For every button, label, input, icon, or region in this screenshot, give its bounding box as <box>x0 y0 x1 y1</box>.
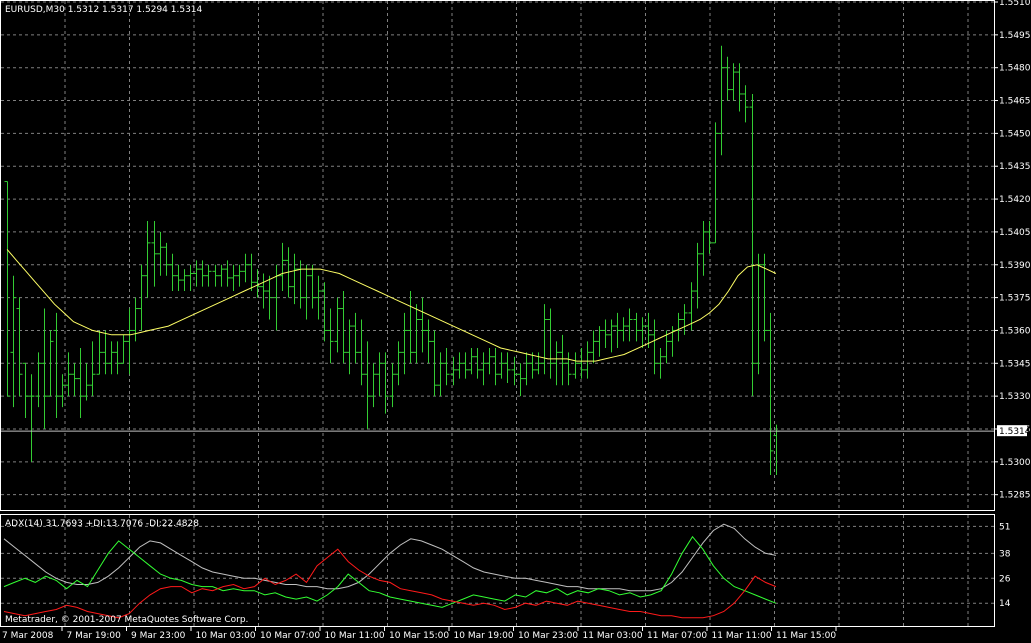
time-tick-label: 11 Mar 07:00 <box>647 631 707 641</box>
time-tick-label: 10 Mar 23:00 <box>518 631 578 641</box>
price-tick-label: 1.5375 <box>999 294 1031 304</box>
ind-tick-label: 38 <box>999 549 1011 559</box>
price-tick-label: 1.5510 <box>999 0 1031 8</box>
chart-canvas[interactable]: 1.5510 1.5495 1.5480 1.5465 1.5450 1.5435 1.54… <box>0 0 1031 643</box>
time-tick-label: 10 Mar 07:00 <box>260 631 320 641</box>
ind-tick-label: 14 <box>999 599 1011 609</box>
price-tick-label: 1.5405 <box>999 228 1031 238</box>
price-tick-label: 1.5480 <box>999 64 1031 74</box>
chart-window: 1.5510 1.5495 1.5480 1.5465 1.5450 1.5435 1.54… <box>0 0 1031 643</box>
copyright-text: Metatrader, © 2001-2007 MetaQuotes Softw… <box>5 615 248 625</box>
time-tick-label: 9 Mar 23:00 <box>131 631 186 641</box>
current-price-label: 1.5314 <box>999 427 1031 437</box>
current-price-marker: 1.5314 <box>997 425 1031 437</box>
main-chart-title: EURUSD,M30 1.5312 1.5317 1.5294 1.5314 <box>5 5 203 15</box>
price-tick-label: 1.5465 <box>999 97 1031 107</box>
time-tick-label: 11 Mar 03:00 <box>583 631 643 641</box>
price-tick-label: 1.5435 <box>999 162 1031 172</box>
price-tick-label: 1.5285 <box>999 491 1031 501</box>
time-tick-label: 11 Mar 11:00 <box>712 631 772 641</box>
time-tick-label: 10 Mar 11:00 <box>325 631 385 641</box>
time-tick-label: 7 Mar 19:00 <box>67 631 122 641</box>
indicator-title: ADX(14) 31.7693 +DI:13.7076 -DI:22.4828 <box>5 519 199 529</box>
time-tick-label: 11 Mar 15:00 <box>776 631 836 641</box>
time-tick-label: 10 Mar 03:00 <box>196 631 256 641</box>
ind-tick-label: 26 <box>999 574 1011 584</box>
ind-tick-label: 51 <box>999 522 1010 532</box>
price-tick-label: 1.5390 <box>999 261 1031 271</box>
price-tick-label: 1.5360 <box>999 326 1031 336</box>
price-tick-label: 1.5495 <box>999 31 1031 41</box>
price-tick-label: 1.5450 <box>999 129 1031 139</box>
time-tick-label: 7 Mar 2008 <box>2 631 54 641</box>
time-tick-label: 10 Mar 19:00 <box>454 631 514 641</box>
price-tick-label: 1.5345 <box>999 359 1031 369</box>
price-tick-label: 1.5330 <box>999 392 1031 402</box>
price-tick-label: 1.5300 <box>999 458 1031 468</box>
price-tick-label: 1.5420 <box>999 195 1031 205</box>
time-tick-label: 10 Mar 15:00 <box>389 631 449 641</box>
